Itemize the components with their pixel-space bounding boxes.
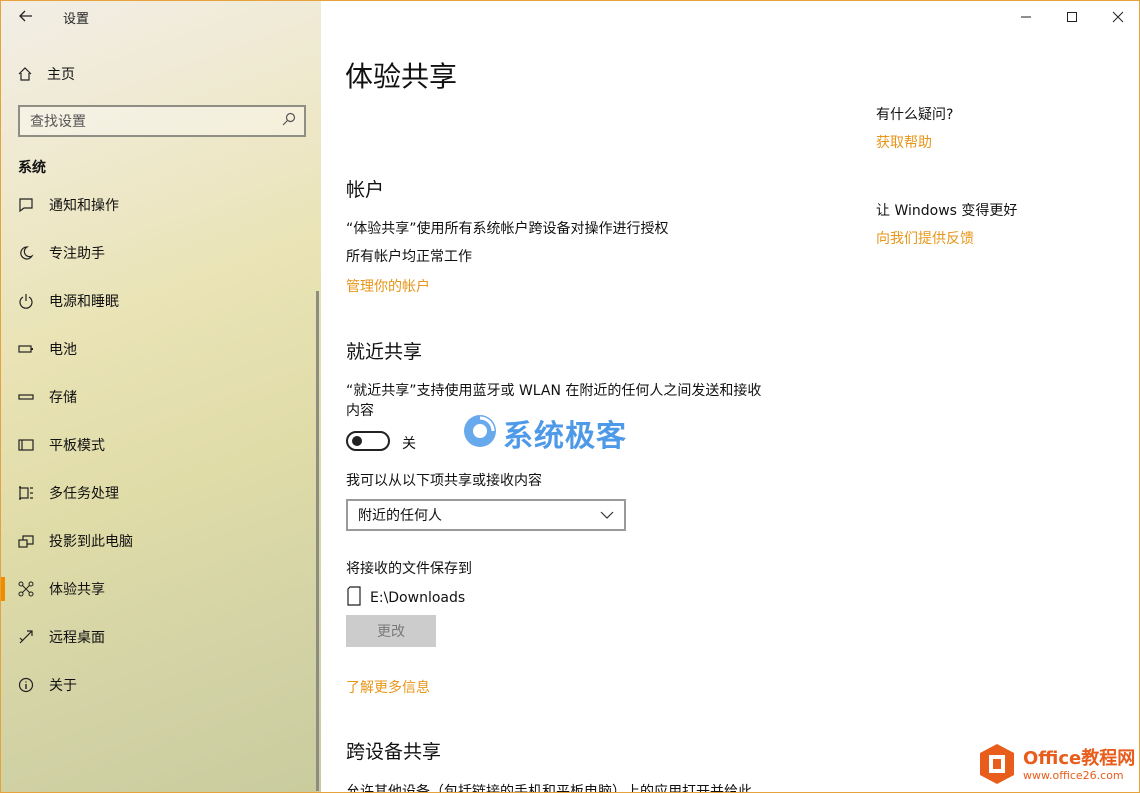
sidebar-item-label: 远程桌面 (49, 630, 105, 646)
sidebar-item-tablet[interactable]: 平板模式 (1, 421, 321, 469)
get-help-link[interactable]: 获取帮助 (876, 132, 932, 152)
sidebar-item-projection[interactable]: 投影到此电脑 (1, 517, 321, 565)
manage-accounts-link[interactable]: 管理你的帐户 (346, 276, 430, 296)
home-label: 主页 (47, 67, 75, 83)
feedback-link[interactable]: 向我们提供反馈 (876, 228, 974, 248)
sidebar-item-label: 电池 (49, 342, 77, 358)
sidebar-item-storage[interactable]: 存储 (1, 373, 321, 421)
sidebar-item-power[interactable]: 电源和睡眠 (1, 277, 321, 325)
nearby-sharing-toggle[interactable] (346, 431, 390, 451)
watermark-url: www.office26.com (1023, 769, 1124, 782)
watermark-title: Office教程网 (1023, 748, 1136, 769)
sidebar: 设置 主页 查找设置 系统 通知和操作 专注助手 电源和睡眠 电池 存储 平板模… (1, 1, 321, 792)
sidebar-item-label: 多任务处理 (49, 486, 119, 502)
sidebar-item-label: 关于 (49, 678, 77, 694)
window-title: 设置 (63, 12, 90, 27)
multitask-icon (17, 484, 35, 502)
notification-icon (17, 196, 35, 214)
watermark-text-block: Office教程网 www.office26.com (1023, 749, 1135, 783)
share-from-dropdown[interactable]: 附近的任何人 (346, 499, 626, 531)
file-icon (346, 586, 362, 610)
info-icon (17, 676, 35, 694)
sidebar-item-shared-experiences[interactable]: 体验共享 (1, 565, 321, 613)
accounts-status: 所有帐户均正常工作 (346, 249, 472, 265)
save-location-row: E:\Downloads (346, 586, 466, 610)
dropdown-value: 附近的任何人 (358, 508, 442, 524)
search-input[interactable]: 查找设置 (18, 105, 306, 137)
chevron-down-icon (600, 508, 614, 522)
maximize-button[interactable] (1049, 3, 1095, 31)
toggle-state-label: 关 (402, 436, 416, 452)
sidebar-item-label: 投影到此电脑 (49, 534, 133, 550)
sidebar-nav: 通知和操作 专注助手 电源和睡眠 电池 存储 平板模式 多任务处理 投影到此电脑… (1, 181, 321, 709)
projection-icon (17, 532, 35, 550)
remote-icon (17, 628, 35, 646)
learn-more-link[interactable]: 了解更多信息 (346, 677, 430, 697)
share-icon (17, 580, 35, 598)
office-logo-icon (977, 742, 1017, 790)
nearby-sharing-description: “就近共享”支持使用蓝牙或 WLAN 在附近的任何人之间发送和接收 (346, 383, 762, 399)
storage-icon (17, 388, 35, 406)
cross-device-heading: 跨设备共享 (346, 741, 442, 763)
search-placeholder: 查找设置 (30, 114, 86, 130)
change-location-button[interactable]: 更改 (346, 615, 436, 647)
sidebar-item-label: 存储 (49, 390, 77, 406)
sidebar-item-label: 电源和睡眠 (49, 294, 119, 310)
back-arrow-icon[interactable] (15, 5, 37, 27)
cross-device-description: 允许其他设备（包括链接的手机和平板电脑）上的应用打开并给此 (346, 784, 752, 793)
search-icon[interactable] (282, 112, 296, 130)
sidebar-item-label: 体验共享 (49, 582, 105, 598)
page-title: 体验共享 (345, 60, 458, 93)
sidebar-item-label: 平板模式 (49, 438, 105, 454)
sysgeek-logo-icon (461, 412, 499, 454)
settings-window: 设置 主页 查找设置 系统 通知和操作 专注助手 电源和睡眠 电池 存储 平板模… (0, 0, 1140, 793)
home-icon (17, 66, 33, 82)
watermark-office26: Office教程网 www.office26.com (977, 743, 1135, 789)
sidebar-item-focus-assist[interactable]: 专注助手 (1, 229, 321, 277)
sidebar-item-multitasking[interactable]: 多任务处理 (1, 469, 321, 517)
section-label-system: 系统 (18, 160, 46, 176)
minimize-button[interactable] (1003, 3, 1049, 31)
nearby-sharing-heading: 就近共享 (346, 341, 423, 363)
watermark-sysgeek: 系统极客 (461, 411, 627, 455)
sidebar-item-notifications[interactable]: 通知和操作 (1, 181, 321, 229)
improve-windows-heading: 让 Windows 变得更好 (876, 203, 1018, 219)
power-icon (17, 292, 35, 310)
tablet-icon (17, 436, 35, 454)
save-location-label: 将接收的文件保存到 (346, 561, 472, 577)
watermark-text: 系统极客 (503, 419, 627, 454)
sidebar-item-label: 通知和操作 (49, 198, 119, 214)
sidebar-item-remote-desktop[interactable]: 远程桌面 (1, 613, 321, 661)
toggle-knob (352, 436, 362, 446)
nearby-sharing-description-cont: 内容 (346, 403, 374, 419)
accounts-description: “体验共享”使用所有系统帐户跨设备对操作进行授权 (346, 221, 669, 237)
sidebar-item-home[interactable]: 主页 (17, 61, 75, 87)
sidebar-item-about[interactable]: 关于 (1, 661, 321, 709)
sidebar-scrollbar[interactable] (316, 291, 319, 791)
sidebar-item-label: 专注助手 (49, 246, 105, 262)
battery-icon (17, 340, 35, 358)
moon-icon (17, 244, 35, 262)
share-from-label: 我可以从以下项共享或接收内容 (346, 473, 542, 489)
sidebar-item-battery[interactable]: 电池 (1, 325, 321, 373)
save-location-path: E:\Downloads (370, 590, 466, 606)
close-button[interactable] (1095, 3, 1139, 31)
accounts-heading: 帐户 (346, 179, 385, 201)
question-heading: 有什么疑问? (876, 107, 954, 123)
